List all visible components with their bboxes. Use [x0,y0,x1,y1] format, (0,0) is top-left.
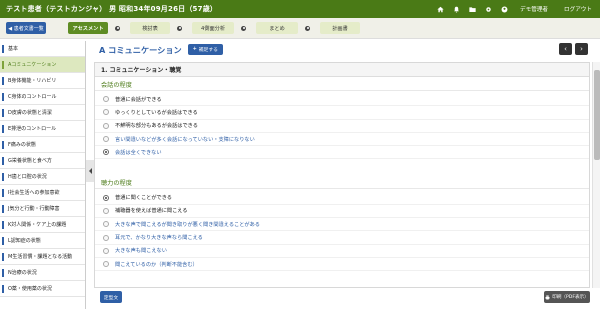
step-summary[interactable]: まとめ [256,22,298,34]
step-navigation: ◀ 患者文書一覧 アセスメント 検討表 4側面分析 まとめ 計画書 [0,18,600,39]
radio-button[interactable] [103,221,109,228]
sidebar-item-pain[interactable]: F痛みの状態 [0,137,85,153]
category-sidebar: 基本 Aコミュニケーション B身体機能・リハビリ C身体のコントロール D皮膚の… [0,41,86,309]
radio-option[interactable]: 補聴器を使えば普通に聞こえる [95,205,589,219]
sidebar-item-skin[interactable]: D皮膚の状態と清潔 [0,105,85,121]
option-label: 補聴器を使えば普通に聞こえる [115,208,188,215]
group-title-conversation: 会話の程度 [95,79,589,91]
supplement-button[interactable]: + 補足する [187,44,223,55]
sidebar-item-body-function[interactable]: B身体機能・リハビリ [0,73,85,89]
section-header: A コミュニケーション + 補足する ‹ › [94,41,600,58]
assessment-panel: 1. コミュニケーション・聴覚 会話の程度 普通に会話ができる ゆっくりとしてい… [94,62,590,288]
patient-documents-back-button[interactable]: ◀ 患者文書一覧 [6,22,46,34]
radio-button[interactable] [103,261,109,268]
radio-button[interactable] [103,247,109,254]
chevron-left-icon: ‹ [564,45,567,53]
step-connector-icon [115,25,120,31]
radio-button[interactable] [103,122,109,129]
sidebar-item-habits[interactable]: M生活習慣・課題となる活動 [0,249,85,265]
user-name-link[interactable]: デモ管理者 [512,5,556,13]
sidebar-item-excretion[interactable]: E排泄のコントロール [0,121,85,137]
scrollbar-thumb[interactable] [594,70,600,160]
chevron-right-icon: › [580,45,583,53]
patient-title: テスト患者（テストカンジャ） 男 昭和34年09月26日（57歳） [6,5,218,13]
panel-footer: 定型文 印刷（PDF表示） [94,289,600,309]
option-label: 言い間違いなどが多く会話になっていない・支障になりない [115,136,255,143]
radio-option[interactable]: 言い間違いなどが多く会話になっていない・支障になりない [95,133,589,147]
supplement-button-label: 補足する [198,48,218,53]
radio-option[interactable]: 普通に聞くことができる [95,191,589,205]
next-section-button[interactable]: › [575,43,588,55]
step-plan[interactable]: 計画書 [320,22,360,34]
sidebar-collapse-toggle[interactable] [86,160,94,182]
sidebar-item-nutrition[interactable]: G栄養状態と食べ方 [0,153,85,169]
radio-option[interactable]: 大きな声で聞こえるが聞き取りが悪く聞き間違えることがある [95,218,589,232]
main-content: A コミュニケーション + 補足する ‹ › 1. コミュニケーション・聴覚 会… [94,41,600,309]
plus-icon: + [192,47,197,52]
step-connector-icon [241,25,246,31]
step-review-sheet[interactable]: 検討表 [130,22,170,34]
group-title-hearing: 聴力の程度 [95,177,589,190]
option-label: 大きな声も聞こえない [115,248,167,255]
radio-button-checked[interactable] [103,194,109,201]
sidebar-item-mood[interactable]: J気分と行動・行動障害 [0,201,85,217]
step-assessment[interactable]: アセスメント [68,22,108,34]
step-connector-icon [305,25,310,31]
radio-button[interactable] [103,109,109,116]
radio-button[interactable] [103,96,109,103]
radio-option[interactable]: 耳元で、かなり大きな声なら聞こえる [95,231,589,245]
template-text-button[interactable]: 定型文 [100,291,122,303]
radio-option[interactable]: 不鮮明な部分もあるが会話はできる [95,120,589,133]
option-label: 普通に聞くことができる [115,195,172,202]
option-label: 大きな声で聞こえるが聞き取りが悪く聞き間違えることがある [115,221,260,228]
radio-button[interactable] [103,234,109,241]
option-label: 不鮮明な部分もあるが会話はできる [115,123,198,130]
bell-icon[interactable] [448,0,464,18]
option-label: 聞こえているのか（判断不能含む） [115,261,198,268]
radio-button[interactable] [103,207,109,214]
prev-section-button[interactable]: ‹ [559,43,572,55]
panel-scrollbar[interactable] [592,62,600,288]
section-title: A コミュニケーション [99,44,182,55]
folder-icon[interactable] [464,0,480,18]
step-connector-icon [177,25,182,31]
print-pdf-label: 印刷（PDF表示） [552,295,589,300]
option-label: ゆっくりとしているが会話はできる [115,109,198,116]
home-icon[interactable] [432,0,448,18]
sidebar-item-dementia[interactable]: L認知症の状態 [0,233,85,249]
radio-option[interactable]: ゆっくりとしているが会話はできる [95,106,589,120]
radio-button-checked[interactable] [103,149,109,156]
sidebar-item-body-control[interactable]: C身体のコントロール [0,89,85,105]
option-label: 普通に会話ができる [115,96,162,103]
option-label: 会話は全くできない [115,149,162,156]
step-four-aspect-analysis[interactable]: 4側面分析 [192,22,234,34]
user-icon[interactable] [496,0,512,18]
sidebar-item-treatment[interactable]: N治療の状況 [0,265,85,281]
panel-title: 1. コミュニケーション・聴覚 [95,63,589,77]
sidebar-item-medication[interactable]: O薬・使用薬の状況 [0,281,85,297]
radio-option[interactable]: 大きな声も聞こえない [95,245,589,258]
sidebar-item-relations[interactable]: K対人関係・ケア上の課題 [0,217,85,233]
sidebar-item-oral[interactable]: H歯と口腔の状況 [0,169,85,185]
option-label: 耳元で、かなり大きな声なら聞こえる [115,235,203,242]
sidebar-item-communication[interactable]: Aコミュニケーション [0,57,85,73]
logout-link[interactable]: ログアウト [556,5,600,13]
radio-option[interactable]: 聞こえているのか（判断不能含む） [95,258,589,272]
sidebar-item-social[interactable]: I社会生活への参加意欲 [0,185,85,201]
gear-icon[interactable] [480,0,496,18]
app-header: テスト患者（テストカンジャ） 男 昭和34年09月26日（57歳） デモ管理者 … [0,0,600,18]
sidebar-item-basic[interactable]: 基本 [0,41,85,57]
print-pdf-button[interactable]: 印刷（PDF表示） [544,291,590,303]
radio-button[interactable] [103,136,109,143]
radio-option[interactable]: 会話は全くできない [95,146,589,160]
radio-option[interactable]: 普通に会話ができる [95,93,589,107]
chevron-left-icon [88,168,92,174]
printer-icon [545,295,550,299]
